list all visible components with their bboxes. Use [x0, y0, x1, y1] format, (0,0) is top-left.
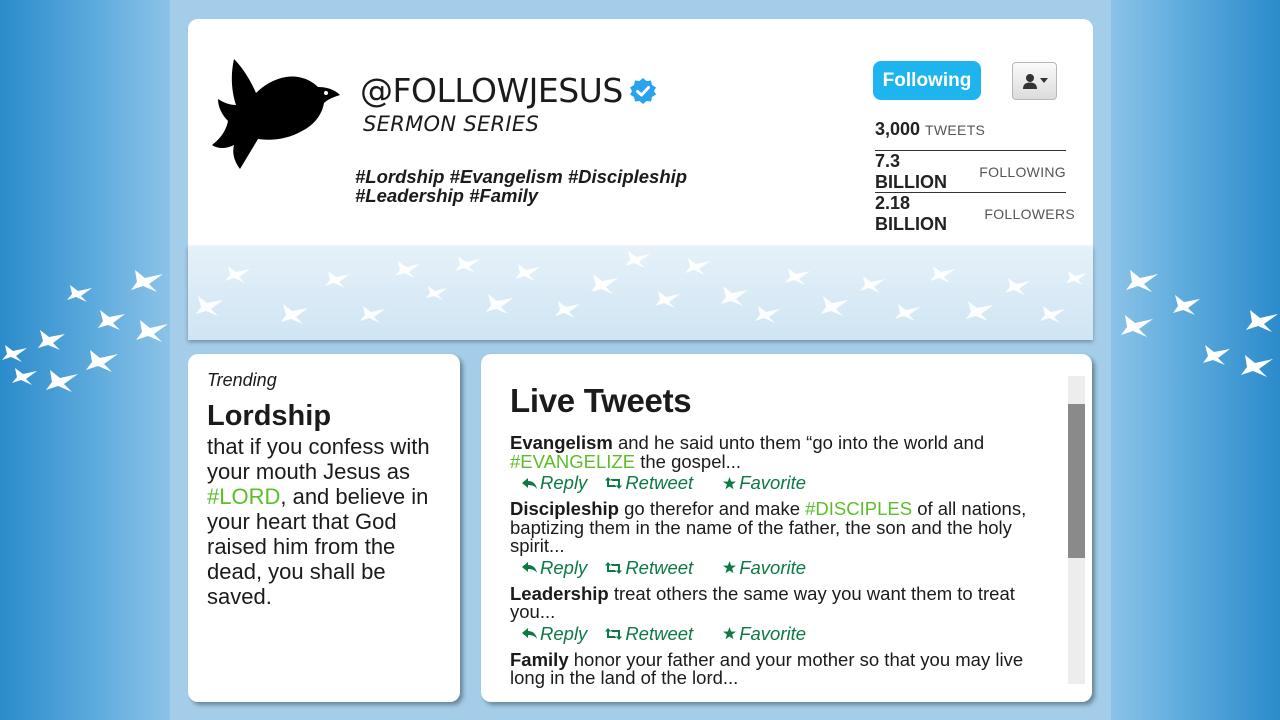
- retweet-icon: [605, 561, 623, 574]
- hashtags-line-2: #Leadership #Family: [355, 185, 539, 206]
- dove-logo-icon: [212, 59, 340, 169]
- favorite-label: Favorite: [739, 556, 807, 578]
- tweet-actions: Reply Retweet Favorite: [510, 556, 1060, 578]
- stat-label: TWEETS: [925, 121, 986, 138]
- tweet-list: Evangelism and he said unto them “go int…: [510, 433, 1060, 688]
- reply-button[interactable]: Reply: [522, 473, 587, 493]
- profile-hashtags: #Lordship #Evangelism #Discipleship #Lea…: [355, 167, 715, 205]
- trend-topic-title[interactable]: Lordship: [207, 400, 331, 433]
- favorite-button[interactable]: Favorite: [723, 473, 806, 493]
- retweet-icon: [605, 627, 623, 640]
- stat-number: 7.3 BILLION: [875, 150, 947, 192]
- trending-heading: Trending: [207, 370, 277, 390]
- verified-badge-icon: [629, 77, 657, 105]
- tweet-actions: Reply Retweet Favorite: [510, 473, 1060, 493]
- retweet-label: Retweet: [625, 556, 694, 578]
- star-icon: [723, 476, 737, 489]
- trend-hashtag-link[interactable]: #LORD: [207, 484, 280, 509]
- stat-followers[interactable]: 2.18 BILLION FOLLOWERS: [875, 193, 1075, 235]
- reply-button[interactable]: Reply: [522, 622, 588, 644]
- reply-button[interactable]: Reply: [522, 556, 588, 578]
- birds-decoration-left: [2, 270, 168, 392]
- reply-label: Reply: [540, 556, 588, 578]
- verse-text-start: that if you confess with your mouth Jesu…: [207, 434, 430, 484]
- birds-banner-image: [196, 251, 1087, 324]
- favorite-button[interactable]: Favorite: [723, 556, 807, 578]
- retweet-label: Retweet: [625, 622, 694, 644]
- user-icon: [1022, 74, 1037, 89]
- caret-down-icon: [1039, 78, 1048, 83]
- tweet-item: Discipleship go therefor and make #DISCI…: [510, 499, 1060, 556]
- reply-label: Reply: [540, 622, 588, 644]
- handle-text: @FOLLOWJESUS: [360, 71, 623, 110]
- tweet-hashtag-link[interactable]: #EVANGELIZE: [510, 451, 635, 472]
- stat-label: FOLLOWERS: [984, 206, 1075, 222]
- tweet-text: honor your father and your mother so tha…: [510, 648, 1024, 688]
- tweet-item: Family honor your father and your mother…: [510, 648, 1060, 688]
- stat-number: 3,000: [875, 119, 921, 139]
- tweet-item: Evangelism and he said unto them “go int…: [510, 433, 1060, 472]
- favorite-label: Favorite: [739, 622, 807, 644]
- reply-icon: [522, 562, 537, 573]
- retweet-icon: [605, 477, 623, 489]
- tweet-text: the gospel...: [635, 450, 742, 472]
- scrollbar-thumb[interactable]: [1068, 404, 1085, 558]
- stat-label: FOLLOWING: [979, 163, 1066, 180]
- profile-handle: @FOLLOWJESUS: [360, 71, 657, 110]
- favorite-button[interactable]: Favorite: [723, 622, 807, 644]
- favorite-label: Favorite: [739, 472, 807, 493]
- profile-stats: 3,000 TWEETS 7.3 BILLION FOLLOWING 2.18 …: [875, 109, 1075, 235]
- star-icon: [723, 627, 737, 640]
- retweet-button[interactable]: Retweet: [605, 622, 694, 644]
- profile-subtitle: SERMON SERIES: [363, 112, 540, 136]
- stat-following[interactable]: 7.3 BILLION FOLLOWING: [875, 151, 1066, 193]
- birds-decoration-right: [1121, 270, 1278, 377]
- profile-header: @FOLLOWJESUS SERMON SERIES #Lordship #Ev…: [188, 19, 1093, 247]
- star-icon: [723, 561, 737, 574]
- retweet-label: Retweet: [625, 472, 694, 493]
- retweet-button[interactable]: Retweet: [605, 556, 694, 578]
- hashtags-line-1: #Lordship #Evangelism #Discipleship: [355, 166, 688, 187]
- live-tweets-panel: Live Tweets Evangelism and he said unto …: [481, 354, 1092, 702]
- tweet-item: Leadership treat others the same way you…: [510, 584, 1060, 622]
- trend-verse-text: that if you confess with your mouth Jesu…: [207, 434, 452, 609]
- tweet-actions: Reply Retweet Favorite: [510, 622, 1060, 644]
- reply-icon: [522, 628, 537, 639]
- user-actions-button[interactable]: [1012, 62, 1057, 100]
- profile-banner: [188, 246, 1093, 340]
- retweet-button[interactable]: Retweet: [605, 473, 693, 493]
- stat-tweets[interactable]: 3,000 TWEETS: [875, 109, 1066, 151]
- reply-icon: [522, 477, 537, 489]
- live-tweets-title: Live Tweets: [510, 382, 692, 419]
- reply-label: Reply: [540, 472, 588, 493]
- trending-panel: Trending Lordship that if you confess wi…: [188, 354, 460, 702]
- following-button[interactable]: Following: [873, 61, 981, 100]
- stat-number: 2.18 BILLION: [875, 193, 947, 234]
